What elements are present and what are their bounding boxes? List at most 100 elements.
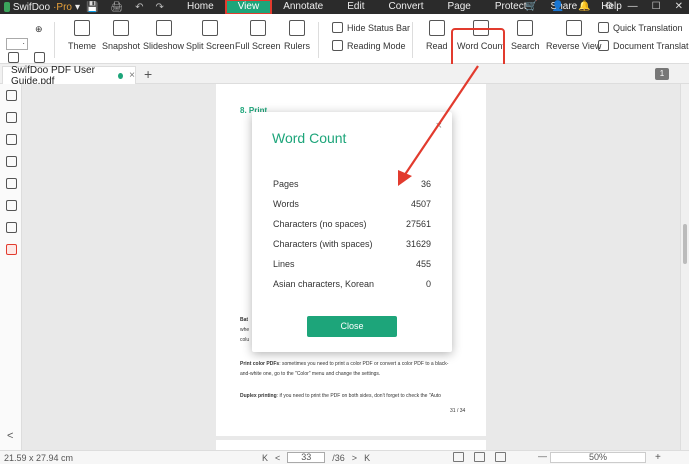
close-window-button[interactable]: ✕ — [675, 0, 683, 14]
first-page-button[interactable]: K — [262, 453, 268, 463]
page-navigation: K < 33 /36 > K — [262, 452, 370, 463]
user-icon[interactable]: 👤 — [552, 0, 564, 14]
rulers-label: Rulers — [284, 41, 311, 51]
fit-width-icon[interactable] — [495, 452, 506, 462]
menu-edit[interactable]: Edit — [335, 0, 376, 14]
word-icon[interactable] — [6, 178, 17, 189]
comments-icon[interactable] — [6, 134, 17, 145]
document-tab-bar: SwifDoo PDF User Guide.pdf × + 1 — [0, 64, 689, 87]
document-translate-icon — [598, 40, 609, 51]
stat-row-asian-chars: Asian characters, Korean 0 — [273, 279, 431, 293]
menu-home[interactable]: Home — [175, 0, 226, 14]
stat-row-pages: Pages 36 — [273, 179, 431, 193]
close-tab-button[interactable]: × — [129, 70, 135, 81]
single-page-icon[interactable] — [453, 452, 464, 462]
view-ribbon: · ⊕ Theme Snapshot Slideshow Split Scree… — [0, 14, 689, 72]
page-bat: Bat — [240, 317, 249, 323]
next-page-button[interactable]: > — [352, 453, 357, 463]
full-screen-button[interactable]: Full Screen — [235, 20, 281, 51]
menu-annotate[interactable]: Annotate — [271, 0, 335, 14]
new-tab-button[interactable]: + — [144, 66, 152, 82]
stat-row-lines: Lines 455 — [273, 259, 431, 273]
settings-icon[interactable]: ⚙ — [605, 0, 614, 14]
theme-button[interactable]: Theme — [68, 20, 96, 51]
slideshow-button[interactable]: Slideshow — [143, 20, 184, 51]
stat-label: Asian characters, Korean — [273, 279, 375, 289]
stat-row-chars-no-spaces: Characters (no spaces) 27561 — [273, 219, 431, 233]
page-badge: 1 — [655, 68, 669, 80]
print-icon[interactable]: 🖨 — [110, 2, 123, 13]
dialog-close-icon[interactable]: × — [436, 120, 442, 132]
menu-convert[interactable]: Convert — [376, 0, 435, 14]
menu-page[interactable]: Page — [435, 0, 482, 14]
search-panel-icon[interactable] — [6, 200, 17, 211]
text-tool-small[interactable] — [8, 52, 19, 63]
undo-icon[interactable]: ↶ — [135, 2, 143, 13]
page-line-whe: whe — [240, 327, 250, 333]
status-bar: 21.59 x 27.94 cm K < 33 /36 > K — 50% + — [0, 450, 689, 464]
read-aloud-icon — [428, 20, 445, 36]
stat-value: 31629 — [405, 239, 431, 249]
hide-status-bar-button[interactable]: Hide Status Bar — [332, 22, 410, 33]
document-translate-button[interactable]: Document Translat — [598, 40, 689, 51]
rulers-button[interactable]: Rulers — [284, 20, 310, 51]
search-label: Search — [511, 41, 540, 51]
fit-page-icon[interactable] — [474, 452, 485, 462]
theme-icon — [74, 20, 90, 36]
ribbon-separator — [54, 22, 55, 58]
zoom-input[interactable]: · — [6, 38, 28, 50]
quick-translation-button[interactable]: Quick Translation — [598, 22, 683, 33]
print-color-text: : sometimes you need to print a color PD… — [279, 361, 449, 367]
ribbon-separator — [318, 22, 319, 58]
scrollbar-thumb[interactable] — [683, 224, 687, 264]
page-line-colu: colu — [240, 337, 250, 343]
zoom-level[interactable]: 50% — [550, 452, 646, 463]
add-tool[interactable]: ⊕ — [35, 24, 43, 35]
last-page-button[interactable]: K — [364, 453, 370, 463]
snapshot-button[interactable]: Snapshot — [102, 20, 140, 51]
app-menu-dropdown-icon[interactable]: ▾ — [75, 2, 80, 13]
app-pro-label: ·Pro — [53, 1, 72, 13]
stat-row-words: Words 4507 — [273, 199, 431, 213]
gift-icon[interactable] — [6, 244, 17, 255]
print-color-paragraph: Print color PDFs: sometimes you need to … — [240, 361, 448, 368]
bookmark-icon[interactable] — [6, 90, 17, 101]
menu-view[interactable]: View — [224, 0, 273, 15]
minimize-button[interactable]: — — [628, 0, 638, 14]
stat-row-chars-with-spaces: Characters (with spaces) 31629 — [273, 239, 431, 253]
reverse-view-icon — [565, 20, 582, 36]
zoom-out-button[interactable]: — — [538, 451, 547, 461]
page-footer-number: 31 / 34 — [450, 408, 466, 414]
split-screen-button[interactable]: Split Screen — [186, 20, 235, 51]
search-button[interactable]: Search — [511, 20, 540, 51]
reading-mode-button[interactable]: Reading Mode — [332, 40, 406, 51]
app-brand[interactable]: SwifDoo ·Pro ▾ — [0, 2, 80, 13]
prev-page-button[interactable]: < — [275, 453, 280, 463]
print-color-text2: and-white one, go to the "Color" menu an… — [240, 371, 381, 377]
document-translate-label: Document Translat — [613, 40, 689, 51]
reverse-view-button[interactable]: Reverse View — [546, 20, 601, 51]
attachment-icon[interactable] — [6, 156, 17, 167]
thumbnails-icon[interactable] — [6, 112, 17, 123]
stat-label: Characters (no spaces) — [273, 219, 367, 229]
cart-icon[interactable]: 🛒 — [525, 0, 537, 14]
duplex-text: : if you need to print the PDF on both s… — [276, 393, 441, 399]
full-screen-icon — [249, 20, 266, 36]
collapse-sidebar-icon[interactable]: < — [7, 430, 13, 442]
duplex-label: Duplex printing — [240, 393, 277, 399]
bell-icon[interactable]: 🔔 — [578, 0, 590, 14]
redo-icon[interactable]: ↷ — [156, 2, 164, 13]
dialog-title: Word Count — [272, 130, 347, 146]
vertical-scrollbar[interactable] — [680, 84, 689, 450]
document-tab[interactable]: SwifDoo PDF User Guide.pdf × — [2, 65, 136, 87]
save-icon[interactable]: 💾 — [86, 2, 98, 13]
maximize-button[interactable]: ☐ — [652, 0, 661, 14]
dialog-close-button[interactable]: Close — [307, 316, 397, 337]
read-button[interactable]: Read — [426, 20, 448, 51]
translate-icon — [598, 22, 609, 33]
text-box-tool[interactable] — [34, 52, 45, 63]
zoom-in-button[interactable]: + — [655, 452, 661, 463]
current-page-input[interactable]: 33 — [287, 452, 326, 463]
split-screen-icon — [202, 20, 219, 36]
image-icon[interactable] — [6, 222, 17, 233]
